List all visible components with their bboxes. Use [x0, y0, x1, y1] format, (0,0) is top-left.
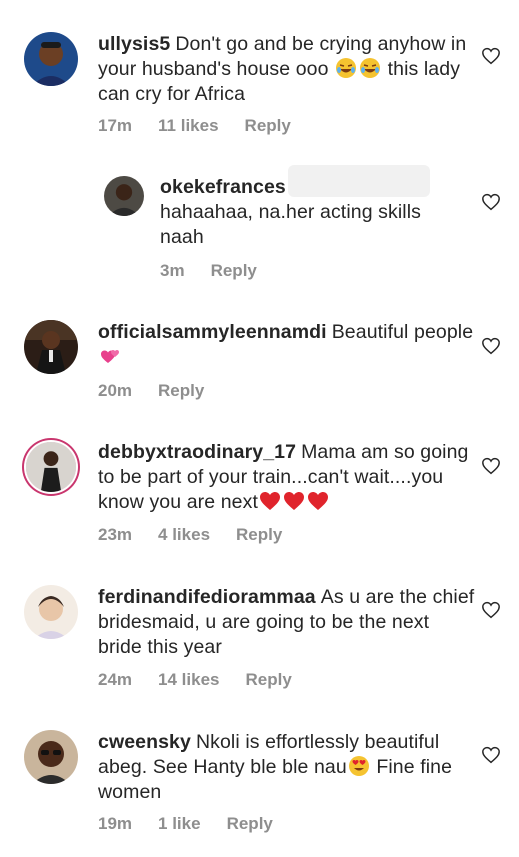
avatar-with-story-ring[interactable] — [26, 442, 76, 492]
comment-username[interactable]: okekefrances — [160, 176, 286, 198]
laughing-emoji — [336, 58, 357, 78]
comment-likes[interactable]: 11 likes — [158, 116, 219, 135]
comment-likes[interactable]: 4 likes — [158, 525, 210, 544]
reply-button[interactable]: Reply — [227, 814, 273, 833]
laughing-emoji — [360, 58, 381, 78]
heart-outline-icon[interactable] — [481, 746, 501, 764]
heart-outline-icon[interactable] — [481, 457, 501, 475]
reply-button[interactable]: Reply — [211, 261, 257, 280]
comment-username[interactable]: officialsammyleennamdi — [98, 321, 327, 343]
comment-text: ferdinandifediorammaa As u are the chief … — [98, 585, 478, 660]
comment-text: cweensky Nkoli is effortlessly beautiful … — [98, 730, 478, 805]
reply-button[interactable]: Reply — [245, 116, 291, 135]
comment-body: Beautiful people — [331, 321, 474, 343]
comment-body: hahaahaa, na.her acting skills naah — [160, 201, 422, 248]
two-hearts-emoji — [101, 350, 119, 363]
avatar-image — [104, 176, 144, 216]
reply-button[interactable]: Reply — [158, 381, 204, 400]
comment-username[interactable]: ullysis5 — [98, 33, 170, 55]
avatar-image — [26, 442, 76, 492]
comment-meta: 3m Reply — [160, 261, 283, 281]
red-heart-emoji — [283, 492, 304, 510]
avatar[interactable] — [24, 320, 78, 374]
heart-eyes-emoji — [348, 756, 369, 776]
avatar-image — [24, 32, 78, 86]
comment-time: 20m — [98, 381, 133, 400]
avatar-image — [24, 585, 78, 639]
comment-text: okekefrances hahaahaa, na.her acting ski… — [160, 175, 460, 250]
comment-text: officialsammyleennamdi Beautiful people — [98, 320, 478, 370]
comment-meta: 20m Reply — [98, 381, 230, 401]
comment-time: 3m — [160, 261, 185, 280]
avatar[interactable] — [24, 730, 78, 784]
avatar[interactable] — [24, 32, 78, 86]
reply-button[interactable]: Reply — [245, 670, 291, 689]
comments-screen: { "comments": [ { "username": "ullysis5"… — [0, 0, 519, 857]
avatar[interactable] — [104, 176, 144, 216]
red-heart-emoji — [307, 492, 328, 510]
comment-text: ullysis5 Don't go and be crying anyhow in… — [98, 32, 478, 107]
comment-time: 23m — [98, 525, 133, 544]
comment-meta: 17m 11 likes Reply — [98, 116, 317, 136]
comment-username[interactable]: ferdinandifediorammaa — [98, 586, 316, 608]
avatar-image — [24, 320, 78, 374]
heart-outline-icon[interactable] — [481, 337, 501, 355]
heart-outline-icon[interactable] — [481, 601, 501, 619]
comment-time: 19m — [98, 814, 133, 833]
heart-outline-icon[interactable] — [481, 193, 501, 211]
heart-outline-icon[interactable] — [481, 47, 501, 65]
comment-time: 17m — [98, 116, 133, 135]
comment-username[interactable]: cweensky — [98, 731, 191, 753]
comment-username[interactable]: debbyxtraodinary_17 — [98, 441, 296, 463]
comment-text: debbyxtraodinary_17 Mama am so going to b… — [98, 440, 478, 515]
comment-likes[interactable]: 14 likes — [158, 670, 219, 689]
comment-meta: 24m 14 likes Reply — [98, 670, 318, 690]
red-heart-emoji — [259, 492, 280, 510]
comment-likes[interactable]: 1 like — [158, 814, 201, 833]
avatar[interactable] — [24, 585, 78, 639]
comment-time: 24m — [98, 670, 133, 689]
comment-meta: 23m 4 likes Reply — [98, 525, 308, 545]
avatar-image — [24, 730, 78, 784]
reply-button[interactable]: Reply — [236, 525, 282, 544]
comment-meta: 19m 1 like Reply — [98, 814, 299, 834]
